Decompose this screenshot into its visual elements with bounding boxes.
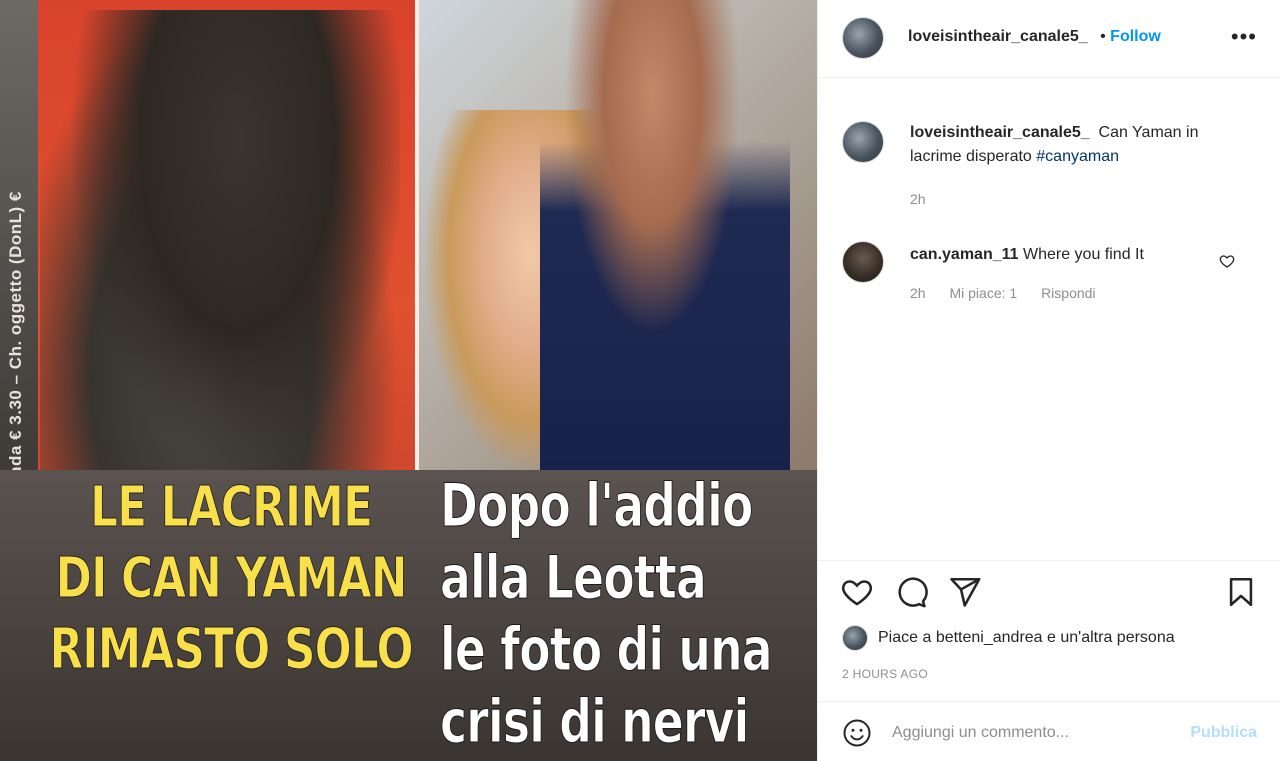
comment-body: Where you find It (1022, 246, 1144, 263)
follow-button[interactable]: Follow (1110, 28, 1161, 45)
comment-bubble-icon[interactable] (894, 575, 928, 614)
save-bookmark-icon[interactable] (1224, 575, 1258, 614)
publish-button[interactable]: Pubblica (1190, 724, 1257, 742)
headline-left-line: RIMASTO SOLO (49, 617, 414, 683)
headline-right-line: Dopo l'addio (440, 471, 754, 542)
smiling-man-figure (540, 0, 790, 470)
comment-avatar[interactable] (842, 241, 884, 283)
likes-prefix: Piace a (878, 629, 936, 646)
author-username[interactable]: loveisintheair_canale5_ (908, 28, 1088, 45)
comment-username[interactable]: can.yaman_11 (910, 246, 1019, 263)
post-timestamp[interactable]: 2 HOURS AGO (842, 667, 928, 681)
likes-suffix[interactable]: e un'altra persona (1043, 629, 1175, 646)
more-options-icon[interactable]: ••• (1231, 24, 1257, 50)
post-image[interactable]: 2.20 – Lussemburgo € 2.20 – Olanda € 3.3… (0, 0, 817, 761)
caption-time[interactable]: 2h (910, 191, 926, 207)
comments-section: loveisintheair_canale5_ Can Yaman in lac… (818, 79, 1280, 559)
headline-left: LE LACRIME DI CAN YAMAN RIMASTO SOLO (42, 472, 420, 685)
likes-summary[interactable]: Piace a betteni_andrea e un'altra person… (878, 629, 1175, 647)
comment-like-icon[interactable] (1219, 253, 1235, 274)
crying-man-figure (40, 10, 400, 530)
liker-avatar[interactable] (842, 625, 868, 651)
like-heart-icon[interactable] (840, 575, 874, 614)
headline-right: Dopo l'addio alla Leotta le foto di una … (440, 470, 805, 758)
comment-input[interactable] (892, 720, 1172, 746)
headline-right-line: crisi di nervi (440, 687, 750, 758)
likes-row: Piace a betteni_andrea e un'altra person… (842, 625, 1175, 651)
caption-text: loveisintheair_canale5_ Can Yaman in lac… (910, 121, 1250, 169)
headline-right-line: alla Leotta (440, 543, 708, 614)
post-header: loveisintheair_canale5_ • Follow ••• (818, 0, 1280, 78)
add-comment-bar: Pubblica (818, 701, 1280, 761)
post-side-panel: loveisintheair_canale5_ • Follow ••• lov… (817, 0, 1280, 761)
separator-dot: • (1100, 28, 1106, 45)
liker-username[interactable]: betteni_andrea (936, 629, 1043, 646)
caption-username[interactable]: loveisintheair_canale5_ (910, 124, 1090, 141)
header-title: loveisintheair_canale5_ • Follow (908, 28, 1161, 46)
caption-hashtag[interactable]: #canyaman (1036, 148, 1119, 165)
comment-reply-button[interactable]: Rispondi (1041, 285, 1095, 301)
share-send-icon[interactable] (948, 575, 982, 614)
comment-meta: 2h Mi piace: 1 Rispondi (910, 285, 1116, 301)
emoji-icon[interactable] (842, 718, 872, 753)
headline-left-line: DI CAN YAMAN (55, 546, 408, 612)
caption-avatar[interactable] (842, 121, 884, 163)
comment-likes[interactable]: Mi piace: 1 (949, 285, 1017, 301)
headline-right-line: le foto di una (440, 615, 773, 686)
post-actions: Piace a betteni_andrea e un'altra person… (818, 560, 1280, 700)
caption-meta: 2h (910, 191, 946, 207)
comment-text: can.yaman_11 Where you find It (910, 243, 1250, 267)
comment-time[interactable]: 2h (910, 285, 926, 301)
author-avatar[interactable] (842, 17, 884, 59)
headline-left-line: LE LACRIME (90, 475, 374, 541)
